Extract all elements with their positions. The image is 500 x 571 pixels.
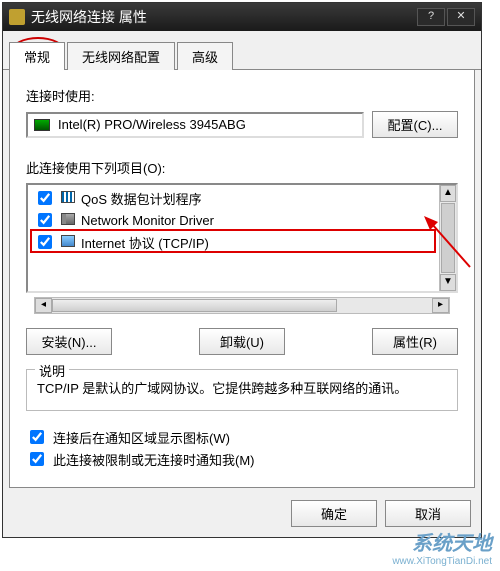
adapter-field: Intel(R) PRO/Wireless 3945ABG	[26, 112, 364, 138]
items-label: 此连接使用下列项目(O):	[26, 158, 458, 177]
scroll-down-button[interactable]: ▼	[440, 274, 456, 291]
close-button[interactable]: ✕	[447, 8, 475, 26]
item-label: Network Monitor Driver	[81, 213, 214, 228]
description-text: TCP/IP 是默认的广域网协议。它提供跨越多种互联网络的通讯。	[37, 378, 447, 400]
watermark-url: www.XiTongTianDi.net	[392, 556, 492, 567]
scroll-thumb[interactable]	[441, 203, 455, 273]
install-button[interactable]: 安装(N)...	[26, 328, 112, 355]
item-checkbox[interactable]	[38, 191, 52, 205]
general-panel: 连接时使用: Intel(R) PRO/Wireless 3945ABG 配置(…	[9, 70, 475, 488]
component-button-row: 安装(N)... 卸载(U) 属性(R)	[26, 328, 458, 355]
show-icon-checkbox-row[interactable]: 连接后在通知区域显示图标(W)	[26, 427, 458, 447]
watermark: 系统天地 www.XiTongTianDi.net	[392, 527, 492, 567]
tab-wireless[interactable]: 无线网络配置	[67, 42, 175, 70]
help-button[interactable]: ?	[417, 8, 445, 26]
list-item[interactable]: QoS 数据包计划程序	[30, 187, 436, 209]
tcpip-icon	[61, 235, 75, 249]
connect-using-label: 连接时使用:	[26, 86, 458, 105]
scroll-left-button[interactable]: ◂	[35, 298, 52, 313]
titlebar: 无线网络连接 属性 ? ✕	[3, 3, 481, 31]
show-icon-checkbox[interactable]	[30, 430, 44, 444]
qos-icon	[61, 191, 75, 205]
scroll-right-button[interactable]: ▸	[432, 298, 449, 313]
hscroll-thumb[interactable]	[52, 299, 337, 312]
notify-limited-checkbox-row[interactable]: 此连接被限制或无连接时通知我(M)	[26, 449, 458, 469]
vertical-scrollbar[interactable]: ▲ ▼	[439, 185, 456, 291]
uninstall-button[interactable]: 卸载(U)	[199, 328, 285, 355]
item-label: Internet 协议 (TCP/IP)	[81, 233, 209, 252]
window-title: 无线网络连接 属性	[31, 7, 415, 27]
watermark-text: 系统天地	[392, 527, 492, 556]
notify-limited-checkbox[interactable]	[30, 452, 44, 466]
properties-button[interactable]: 属性(R)	[372, 328, 458, 355]
list-item[interactable]: Internet 协议 (TCP/IP)	[30, 231, 436, 253]
cancel-button[interactable]: 取消	[385, 500, 471, 527]
list-item[interactable]: Network Monitor Driver	[30, 209, 436, 231]
tab-general[interactable]: 常规	[9, 42, 65, 70]
scroll-up-button[interactable]: ▲	[440, 185, 456, 202]
components-listbox[interactable]: QoS 数据包计划程序 Network Monitor Driver Inter…	[26, 183, 458, 293]
item-checkbox[interactable]	[38, 235, 52, 249]
ok-button[interactable]: 确定	[291, 500, 377, 527]
adapter-name: Intel(R) PRO/Wireless 3945ABG	[58, 117, 246, 132]
notify-limited-label: 此连接被限制或无连接时通知我(M)	[53, 450, 255, 469]
tab-advanced[interactable]: 高级	[177, 42, 233, 70]
description-label: 说明	[35, 361, 69, 380]
nic-icon	[34, 119, 50, 131]
horizontal-scrollbar[interactable]: ◂ ▸	[34, 297, 450, 314]
item-checkbox[interactable]	[38, 213, 52, 227]
tab-bar: 常规 无线网络配置 高级	[3, 31, 481, 70]
app-icon	[9, 9, 25, 25]
network-monitor-icon	[61, 213, 75, 227]
show-icon-label: 连接后在通知区域显示图标(W)	[53, 428, 230, 447]
configure-button[interactable]: 配置(C)...	[372, 111, 458, 138]
description-group: 说明 TCP/IP 是默认的广域网协议。它提供跨越多种互联网络的通讯。	[26, 369, 458, 411]
item-label: QoS 数据包计划程序	[81, 189, 202, 208]
properties-dialog: 无线网络连接 属性 ? ✕ 常规 无线网络配置 高级 连接时使用: Intel(…	[2, 2, 482, 538]
